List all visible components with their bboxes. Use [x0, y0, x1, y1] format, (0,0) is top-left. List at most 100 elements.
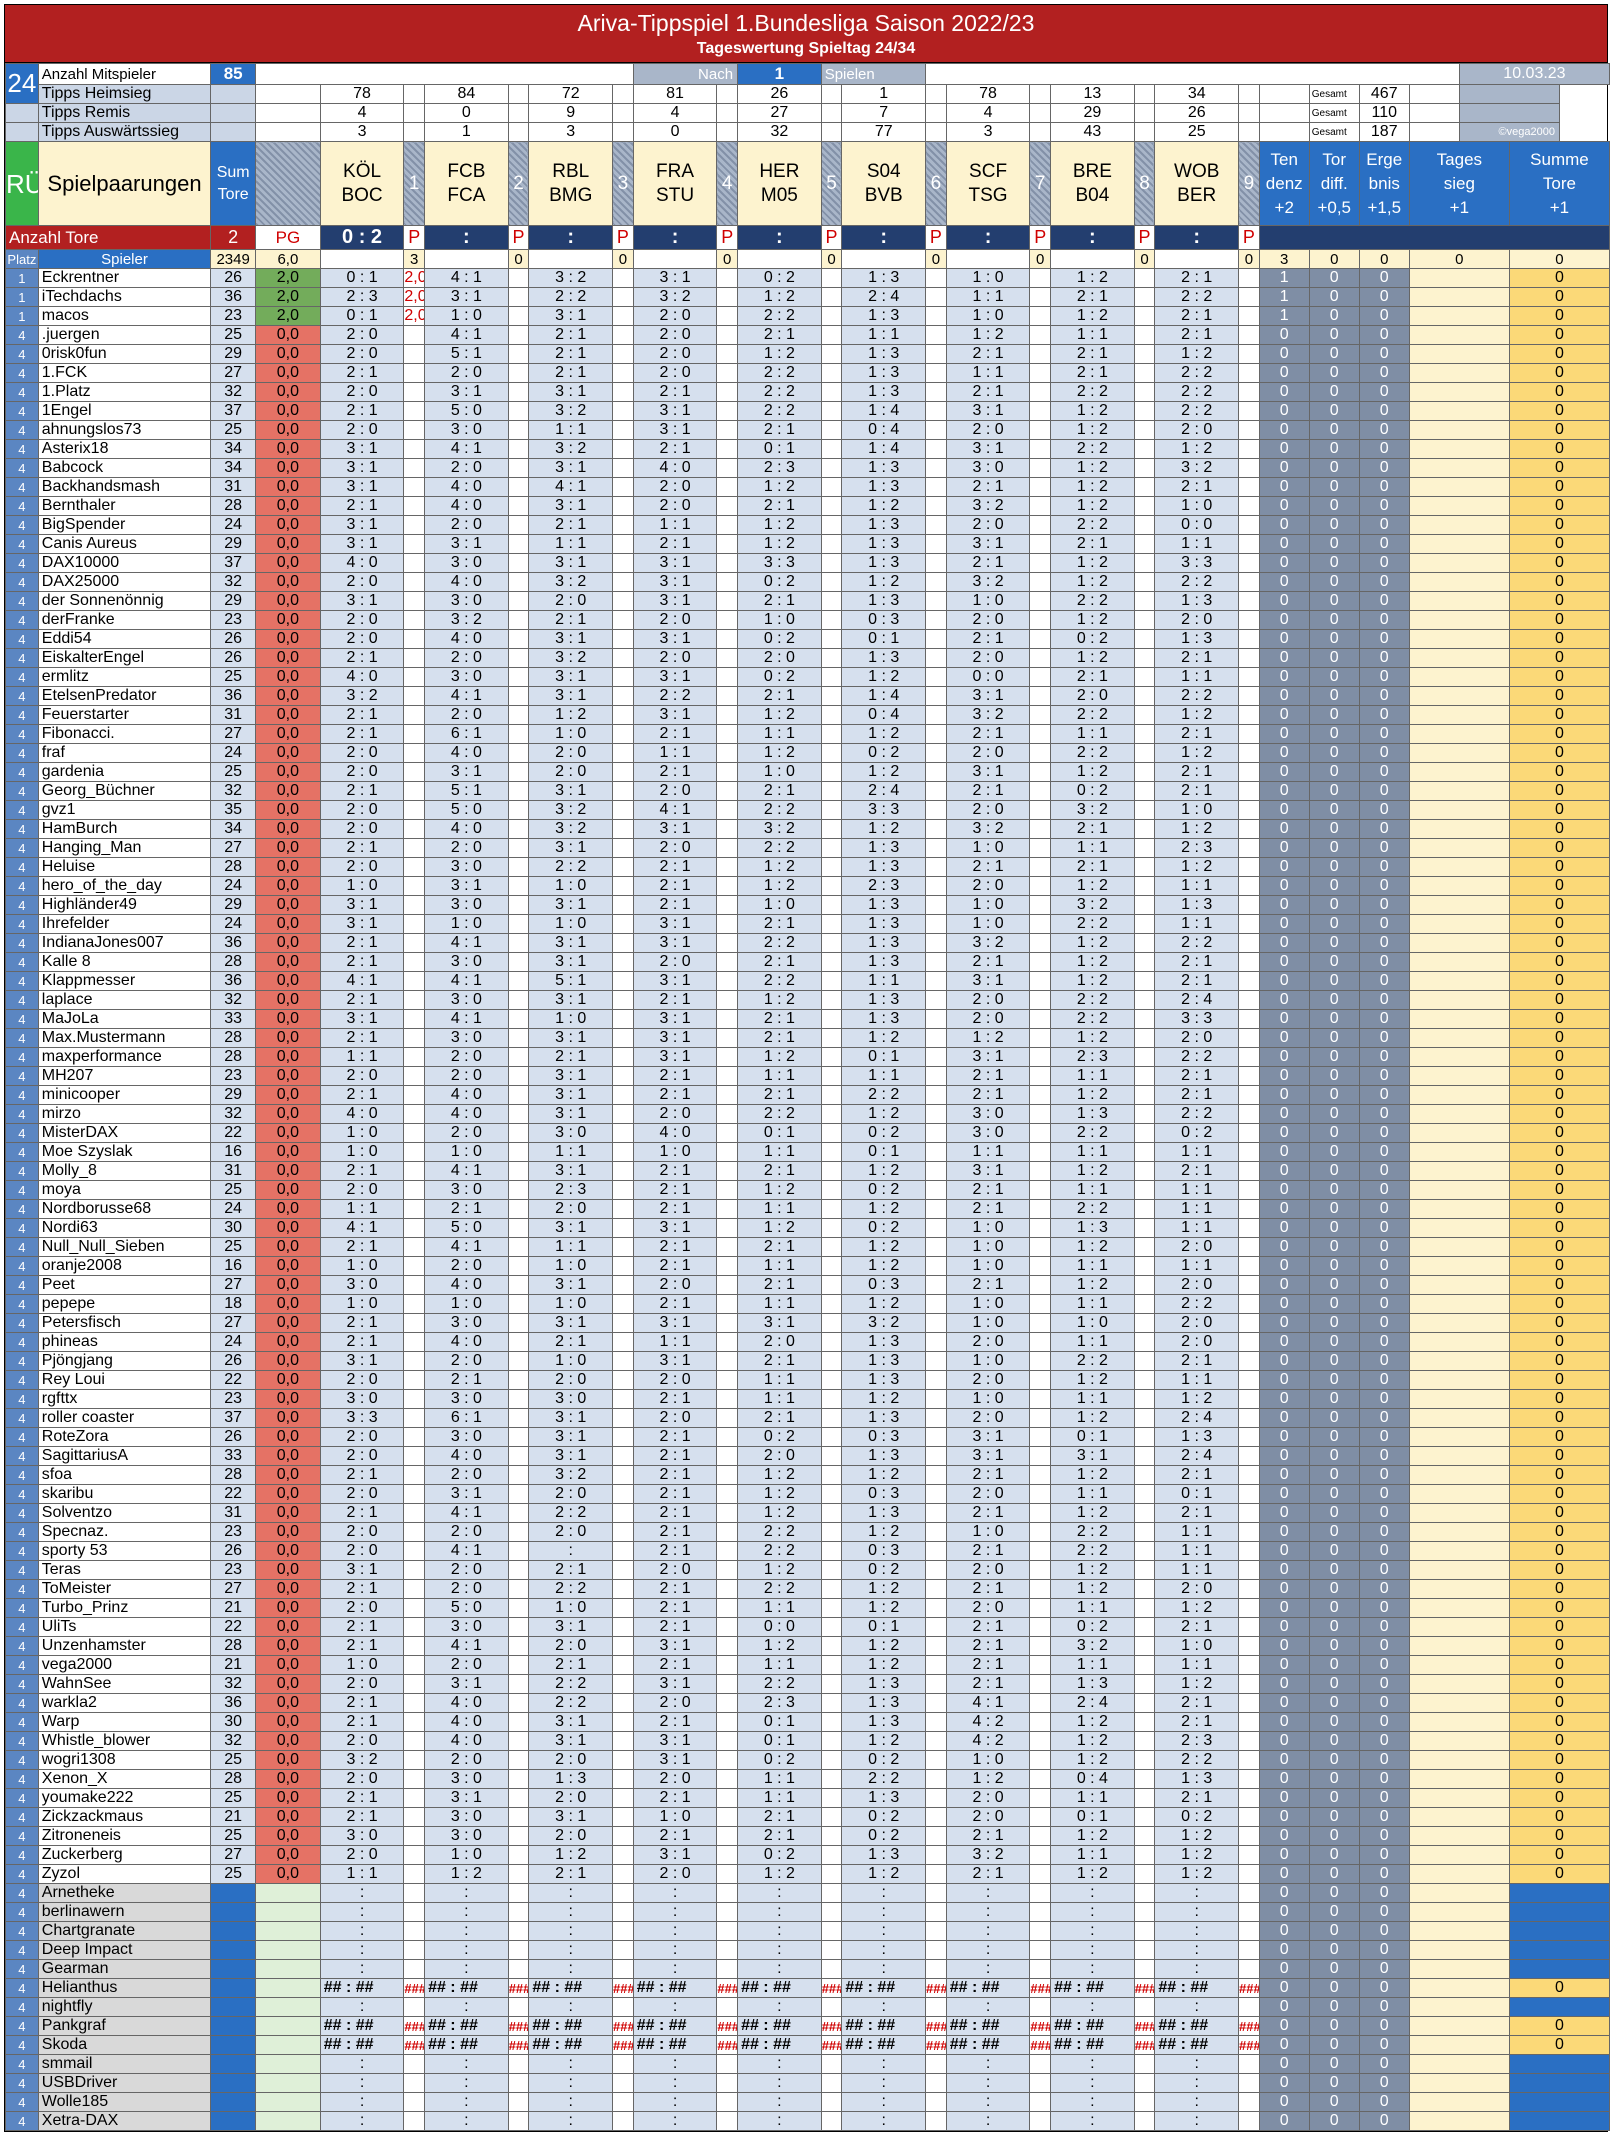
rank: 4 — [5, 363, 39, 383]
tendenz: 0 — [1258, 1104, 1310, 1124]
tendenz-l3: +2 — [1274, 197, 1294, 217]
summe: 0 — [1508, 572, 1610, 592]
tipp: 2 : 3 — [528, 1180, 614, 1200]
tendenz: 0 — [1258, 1408, 1310, 1428]
match-number: 7 — [1029, 141, 1052, 226]
tipp: 3 : 1 — [945, 439, 1031, 459]
table-row: 4 Moe Szyslak 16 0,0 1 : 01 : 01 : 11 : 01 :… — [5, 1142, 1610, 1162]
player-name: RoteZora — [37, 1427, 212, 1447]
tipp: 1 : 2 — [1050, 610, 1135, 630]
tipp: 3 : 1 — [319, 515, 405, 535]
tipp: 1 : 1 — [737, 1598, 822, 1618]
tipp: 0 : 1 — [1050, 1427, 1135, 1447]
summe: 0 — [1508, 268, 1610, 288]
tordiff: 0 — [1308, 857, 1360, 877]
tipp: 2 : 1 — [632, 1237, 718, 1257]
tipp: 2 : 1 — [945, 1199, 1031, 1219]
tipp: 2 : 2 — [528, 287, 614, 307]
table-row: 4 Georg_Büchner 32 0,0 2 : 15 : 13 : 12 : 02… — [5, 781, 1610, 801]
tipp: 4 : 1 — [424, 933, 509, 953]
tipp-empty: : — [319, 2092, 405, 2112]
summe: 0 — [1508, 1180, 1610, 1200]
sum-tore: 32 — [210, 1731, 257, 1751]
tipp: 2 : 0 — [945, 610, 1031, 630]
player-name: youmake222 — [37, 1788, 212, 1808]
rank: 4 — [5, 1066, 39, 1086]
tagessieg — [1408, 1389, 1510, 1409]
summe: 0 — [1508, 458, 1610, 478]
tipp: 3 : 3 — [1154, 553, 1240, 573]
player-name: Fibonacci. — [37, 724, 212, 744]
rank: 4 — [5, 1579, 39, 1599]
ergebnis: 0 — [1358, 1180, 1410, 1200]
tipp: 0 : 1 — [319, 306, 405, 326]
tendenz: 0 — [1258, 800, 1310, 820]
tipp: 3 : 1 — [319, 1560, 405, 1580]
tipp: 2 : 1 — [319, 1465, 405, 1485]
tordiff: 0 — [1308, 724, 1360, 744]
tipp: 3 : 2 — [528, 648, 614, 668]
tipp: 1 : 0 — [945, 1351, 1031, 1371]
points-pg: 0,0 — [255, 610, 321, 630]
tipp: 2 : 0 — [424, 1066, 509, 1086]
tagessieg — [1408, 572, 1510, 592]
tagessieg — [1408, 1541, 1510, 1561]
rank: 4 — [5, 2016, 39, 2036]
tipp: 2 : 2 — [737, 971, 822, 991]
tordiff: 0 — [1308, 895, 1360, 915]
tipp: 2 : 1 — [737, 1826, 822, 1846]
tipp: 1 : 1 — [737, 1769, 822, 1789]
tipp: 1 : 1 — [1050, 1655, 1135, 1675]
summe: 0 — [1508, 1807, 1610, 1827]
summe: 0 — [1508, 1788, 1610, 1808]
tipp: 2 : 2 — [528, 857, 614, 877]
ergebnis: 0 — [1358, 914, 1410, 934]
tipp-hash: ## : ## — [424, 1978, 509, 1998]
tipp: 2 : 1 — [945, 629, 1031, 649]
ergebnis: 0 — [1358, 781, 1410, 801]
tipp: 3 : 1 — [528, 1617, 614, 1637]
hash: ## — [460, 1979, 478, 1997]
points-pg: 2,0 — [255, 287, 321, 307]
tagessieg — [1408, 667, 1510, 687]
tagessieg — [1408, 306, 1510, 326]
hash: ## — [668, 1979, 687, 1997]
tipp-empty: : — [1154, 2092, 1240, 2112]
tipp: 1 : 1 — [1154, 1655, 1240, 1675]
tordiff: 0 — [1308, 1826, 1360, 1846]
tipp-hash: ## : ## — [632, 1978, 718, 1998]
tipp: 2 : 1 — [528, 1047, 614, 1067]
ergebnis: 0 — [1358, 895, 1410, 915]
tagessieg — [1408, 1693, 1510, 1713]
tipp-empty: : — [841, 2073, 927, 2093]
points-pg: 0,0 — [255, 838, 321, 858]
tipp: 1 : 2 — [841, 1028, 927, 1048]
tipp: 3 : 2 — [528, 1465, 614, 1485]
tipp: 1 : 0 — [945, 838, 1031, 858]
tipp: 1 : 3 — [841, 914, 927, 934]
tipp-count: 3 — [319, 122, 405, 142]
tendenz: 0 — [1258, 1351, 1310, 1371]
tipp: 1 : 0 — [424, 914, 509, 934]
points-pg: 0,0 — [255, 1674, 321, 1694]
tipp: 2 : 0 — [632, 781, 718, 801]
hash3: ### — [507, 2016, 530, 2036]
ergebnis: 0 — [1358, 648, 1410, 668]
tagessieg — [1408, 1123, 1510, 1143]
tipp: 1 : 2 — [1050, 1370, 1135, 1390]
ergebnis: 0 — [1358, 2035, 1410, 2055]
tipp: 2 : 2 — [737, 1579, 822, 1599]
rank: 4 — [5, 1997, 39, 2017]
tagessieg — [1408, 743, 1510, 763]
player-name: MH207 — [37, 1066, 212, 1086]
player-name: phineas — [37, 1332, 212, 1352]
tipp: 3 : 1 — [945, 534, 1031, 554]
tipp: 2 : 2 — [1050, 1009, 1135, 1029]
tipp: 1 : 2 — [737, 515, 822, 535]
tipp: 4 : 0 — [424, 629, 509, 649]
tipp: 4 : 1 — [424, 1009, 509, 1029]
tagessieg — [1408, 1237, 1510, 1257]
tipp: 0 : 2 — [1050, 629, 1135, 649]
rank: 4 — [5, 933, 39, 953]
home-team: SCF — [969, 160, 1008, 182]
